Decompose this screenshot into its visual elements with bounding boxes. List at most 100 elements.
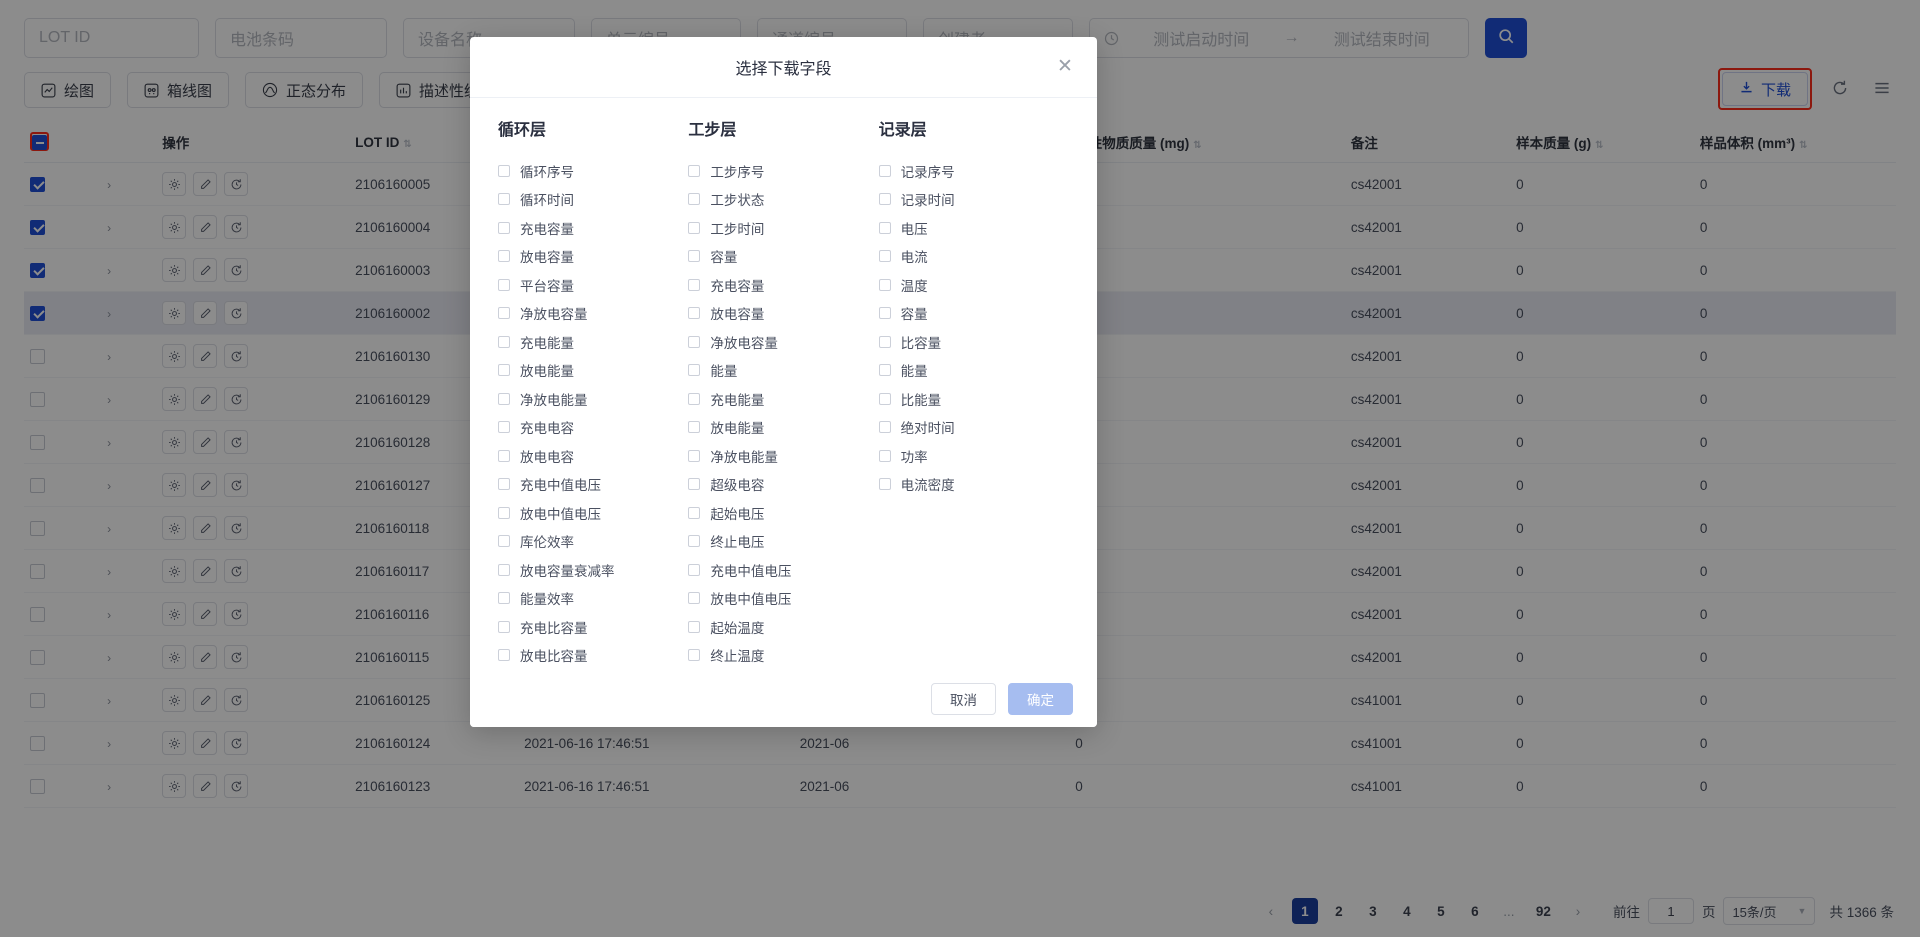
field-option[interactable]: 比能量 (878, 390, 1069, 408)
field-option[interactable]: 充电容量 (688, 276, 878, 294)
field-option[interactable]: 电压 (878, 219, 1069, 237)
field-option[interactable]: 放电电容 (498, 447, 688, 465)
field-option[interactable]: 放电比容量 (498, 647, 688, 664)
cancel-button[interactable]: 取消 (931, 683, 996, 715)
field-option[interactable]: 放电容量 (498, 248, 688, 265)
field-option-checkbox[interactable] (498, 335, 510, 348)
field-option-checkbox[interactable] (688, 620, 701, 633)
field-option-checkbox[interactable] (498, 478, 510, 491)
field-option[interactable]: 功率 (878, 447, 1069, 465)
field-option-checkbox[interactable] (878, 193, 891, 206)
field-option-checkbox[interactable] (498, 278, 510, 291)
field-option[interactable]: 充电能量 (688, 390, 878, 408)
field-option-checkbox[interactable] (878, 478, 891, 491)
field-option[interactable]: 平台容量 (498, 276, 688, 294)
field-option[interactable]: 库伦效率 (498, 533, 688, 550)
field-option-checkbox[interactable] (688, 307, 701, 320)
field-option[interactable]: 放电能量 (688, 419, 878, 436)
field-option[interactable]: 工步序号 (688, 162, 878, 180)
field-option-checkbox[interactable] (498, 250, 510, 263)
field-option[interactable]: 放电容量 (688, 305, 878, 322)
field-option-checkbox[interactable] (498, 164, 510, 177)
field-option[interactable]: 起始电压 (688, 504, 878, 522)
field-option[interactable]: 净放电容量 (688, 333, 878, 351)
field-option-checkbox[interactable] (498, 592, 510, 605)
field-option[interactable]: 放电中值电压 (498, 504, 688, 522)
field-option[interactable]: 起始温度 (688, 618, 878, 636)
field-option-checkbox[interactable] (688, 278, 701, 291)
field-option[interactable]: 电流密度 (878, 476, 1069, 493)
field-option[interactable]: 循环时间 (498, 191, 688, 208)
field-option-checkbox[interactable] (878, 221, 891, 234)
field-option-checkbox[interactable] (688, 335, 701, 348)
field-option[interactable]: 比容量 (878, 333, 1069, 351)
field-option[interactable]: 净放电容量 (498, 305, 688, 322)
field-option-checkbox[interactable] (878, 164, 891, 177)
field-option[interactable]: 充电电容 (498, 419, 688, 436)
field-option-checkbox[interactable] (688, 193, 701, 206)
field-option-checkbox[interactable] (688, 535, 701, 548)
field-option-checkbox[interactable] (878, 364, 891, 377)
field-option[interactable]: 容量 (878, 305, 1069, 322)
field-option-checkbox[interactable] (688, 506, 701, 519)
field-option[interactable]: 充电容量 (498, 219, 688, 237)
field-option[interactable]: 放电容量衰减率 (498, 561, 688, 579)
field-option[interactable]: 充电能量 (498, 333, 688, 351)
field-option-checkbox[interactable] (878, 250, 891, 263)
field-option[interactable]: 充电中值电压 (688, 561, 878, 579)
field-option-checkbox[interactable] (498, 506, 510, 519)
close-icon[interactable]: ✕ (1057, 57, 1075, 77)
field-option-checkbox[interactable] (878, 278, 891, 291)
confirm-button[interactable]: 确定 (1008, 683, 1073, 715)
field-option-checkbox[interactable] (688, 421, 701, 434)
field-option-checkbox[interactable] (498, 649, 510, 662)
field-option-checkbox[interactable] (688, 563, 701, 576)
field-option-checkbox[interactable] (498, 193, 510, 206)
field-option-checkbox[interactable] (688, 364, 701, 377)
field-option[interactable]: 容量 (688, 248, 878, 265)
field-option-checkbox[interactable] (688, 221, 701, 234)
field-option-checkbox[interactable] (878, 421, 891, 434)
field-option[interactable]: 放电中值电压 (688, 590, 878, 607)
field-option-checkbox[interactable] (498, 421, 510, 434)
field-option[interactable]: 能量效率 (498, 590, 688, 607)
field-option[interactable]: 终止电压 (688, 533, 878, 550)
field-option[interactable]: 电流 (878, 248, 1069, 265)
field-option[interactable]: 终止温度 (688, 647, 878, 664)
field-option-checkbox[interactable] (688, 449, 701, 462)
field-option[interactable]: 能量 (878, 362, 1069, 379)
field-option[interactable]: 净放电能量 (498, 390, 688, 408)
field-option-checkbox[interactable] (498, 449, 510, 462)
field-option-checkbox[interactable] (688, 250, 701, 263)
field-option[interactable]: 工步状态 (688, 191, 878, 208)
field-option-checkbox[interactable] (498, 535, 510, 548)
field-option-checkbox[interactable] (498, 364, 510, 377)
field-option[interactable]: 温度 (878, 276, 1069, 294)
field-option-checkbox[interactable] (878, 392, 891, 405)
field-option-checkbox[interactable] (498, 563, 510, 576)
field-option[interactable]: 超级电容 (688, 476, 878, 493)
field-option[interactable]: 绝对时间 (878, 419, 1069, 436)
field-option[interactable]: 循环序号 (498, 162, 688, 180)
field-option-checkbox[interactable] (688, 164, 701, 177)
field-option[interactable]: 充电比容量 (498, 618, 688, 636)
field-option-checkbox[interactable] (688, 392, 701, 405)
field-option-checkbox[interactable] (498, 392, 510, 405)
field-option[interactable]: 记录时间 (878, 191, 1069, 208)
field-option-checkbox[interactable] (878, 307, 891, 320)
field-option[interactable]: 充电中值电压 (498, 476, 688, 493)
field-option-checkbox[interactable] (498, 307, 510, 320)
field-option-checkbox[interactable] (498, 221, 510, 234)
field-option-checkbox[interactable] (688, 592, 701, 605)
field-option[interactable]: 记录序号 (878, 162, 1069, 180)
field-option-checkbox[interactable] (878, 449, 891, 462)
field-option-checkbox[interactable] (688, 649, 701, 662)
field-option-checkbox[interactable] (878, 335, 891, 348)
field-option[interactable]: 放电能量 (498, 362, 688, 379)
field-option[interactable]: 工步时间 (688, 219, 878, 237)
field-option-checkbox[interactable] (498, 620, 510, 633)
field-option-label: 净放电能量 (520, 392, 588, 408)
field-option-checkbox[interactable] (688, 478, 701, 491)
field-option[interactable]: 能量 (688, 362, 878, 379)
field-option[interactable]: 净放电能量 (688, 447, 878, 465)
